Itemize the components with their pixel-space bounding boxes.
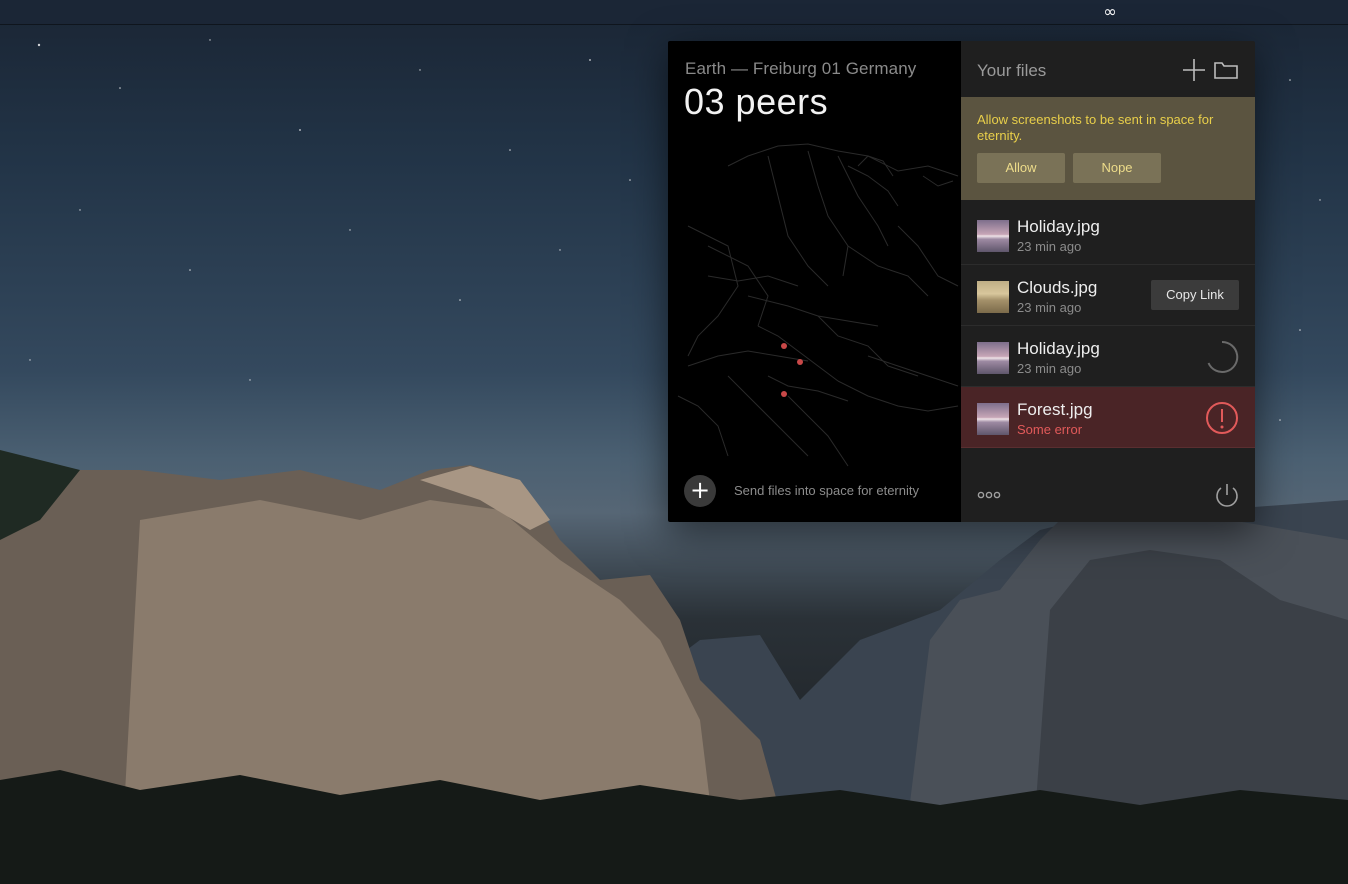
file-time: 23 min ago <box>1017 300 1082 315</box>
file-thumbnail <box>977 342 1009 374</box>
file-name: Holiday.jpg <box>1017 217 1100 236</box>
file-time: 23 min ago <box>1017 361 1082 376</box>
more-icon[interactable] <box>977 489 1003 501</box>
file-thumbnail <box>977 220 1009 252</box>
peers-count: 03 peers <box>684 81 829 122</box>
file-name: Holiday.jpg <box>1017 339 1100 358</box>
files-header: Your files <box>961 41 1255 97</box>
file-row[interactable]: Holiday.jpg 23 min ago <box>961 204 1255 265</box>
screenshot-notice: Allow screenshots to be sent in space fo… <box>961 97 1255 200</box>
peer-dot <box>781 391 787 397</box>
peers-panel: Earth — Freiburg 01 Germany 03 peers + S… <box>668 41 961 522</box>
folder-icon[interactable] <box>1213 59 1239 81</box>
europe-map <box>677 143 959 467</box>
file-row[interactable]: Forest.jpg Some error <box>961 387 1255 448</box>
file-row[interactable]: Holiday.jpg 23 min ago <box>961 326 1255 387</box>
add-icon[interactable] <box>1181 57 1207 83</box>
file-thumbnail <box>977 403 1009 435</box>
allow-button[interactable]: Allow <box>977 153 1065 183</box>
power-icon[interactable] <box>1213 481 1241 509</box>
file-error-text: Some error <box>1017 422 1083 437</box>
peer-dot <box>781 343 787 349</box>
infinity-icon[interactable]: ∞ <box>1103 2 1117 22</box>
file-name: Forest.jpg <box>1017 400 1093 419</box>
file-name: Clouds.jpg <box>1017 278 1098 297</box>
file-thumbnail <box>977 281 1009 313</box>
plus-icon[interactable]: + <box>684 475 716 507</box>
send-files-label: Send files into space for eternity <box>734 483 919 498</box>
spinner-icon <box>1207 340 1239 373</box>
location-label: Earth — Freiburg 01 Germany <box>685 59 917 78</box>
menu-bar: ∞ <box>0 0 1348 25</box>
file-time: 23 min ago <box>1017 239 1082 254</box>
copy-link-button[interactable]: Copy Link <box>1151 280 1239 310</box>
nope-button[interactable]: Nope <box>1073 153 1161 183</box>
alert-icon[interactable] <box>1205 401 1239 435</box>
file-row[interactable]: Clouds.jpg 23 min ago Copy Link <box>961 265 1255 326</box>
peer-dot <box>797 359 803 365</box>
notice-text: Allow screenshots to be sent in space fo… <box>977 112 1214 143</box>
files-title: Your files <box>977 61 1047 80</box>
app-window: Earth — Freiburg 01 Germany 03 peers + S… <box>668 41 1255 522</box>
files-panel: Your files Allow screenshots to be sent … <box>961 41 1255 522</box>
send-files-row[interactable]: + Send files into space for eternity <box>684 475 954 507</box>
